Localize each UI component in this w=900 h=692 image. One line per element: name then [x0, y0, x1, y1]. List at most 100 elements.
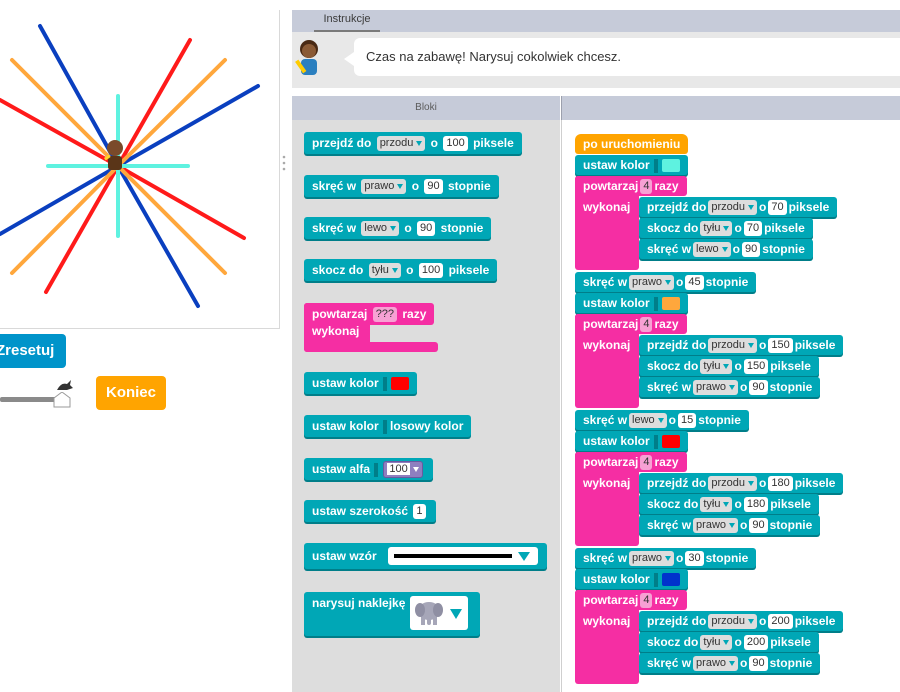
number-field[interactable]: 150 — [768, 338, 793, 354]
color-swatch[interactable] — [661, 435, 680, 449]
number-field[interactable]: 100 — [443, 136, 468, 152]
direction-dropdown[interactable]: przodu — [376, 136, 426, 152]
direction-dropdown[interactable]: tyłu — [700, 635, 733, 651]
inner-command-block[interactable]: skocz do tyłu o 150 piksele — [639, 356, 819, 376]
number-field[interactable]: 4 — [640, 179, 653, 195]
speed-slider-thumb[interactable] — [53, 392, 71, 408]
toolbox-jump-block[interactable]: skocz do tyłu o 100 piksele — [304, 259, 498, 281]
number-field[interactable]: 15 — [678, 413, 697, 429]
repeat-block[interactable]: powtarzaj 4 razy — [575, 452, 687, 472]
panel-resize-handle[interactable] — [282, 155, 286, 171]
direction-dropdown[interactable]: przodu — [708, 200, 757, 216]
sticker-dropdown[interactable] — [410, 596, 468, 630]
block-text: skręć w — [647, 518, 692, 532]
inner-command-block[interactable]: przejdź do przodu o 150 piksele — [639, 335, 844, 355]
set-color-block[interactable]: ustaw kolor — [575, 293, 688, 313]
number-field[interactable]: 100 — [418, 263, 444, 279]
number-field[interactable]: ??? — [372, 307, 398, 323]
number-field[interactable]: 90 — [424, 179, 443, 195]
direction-dropdown[interactable]: prawo — [361, 179, 407, 195]
direction-dropdown[interactable]: tyłu — [700, 497, 733, 513]
set-color-block[interactable]: ustaw kolor — [575, 431, 688, 451]
chevron-down-icon — [412, 466, 419, 472]
repeat-block[interactable]: powtarzaj 4 razy — [575, 176, 687, 196]
set-color-block[interactable]: ustaw kolor — [575, 569, 688, 589]
number-field[interactable]: 200 — [768, 614, 793, 630]
number-field[interactable]: 180 — [768, 476, 793, 492]
number-field[interactable]: 70 — [768, 200, 787, 216]
number-field[interactable]: 200 — [743, 635, 769, 651]
inner-command-block[interactable]: skręć w prawo o 90 stopnie — [639, 515, 821, 535]
inner-command-block[interactable]: przejdź do przodu o 200 piksele — [639, 611, 844, 631]
reset-button[interactable]: Zresetuj — [0, 334, 66, 368]
toolbox-random-color-block[interactable]: ustaw kolor losowy kolor — [304, 415, 472, 437]
color-swatch[interactable] — [661, 573, 680, 587]
color-swatch[interactable] — [390, 377, 409, 391]
toolbox-turn-left-block[interactable]: skręć w lewo o 90 stopnie — [304, 217, 492, 239]
block-text: o — [758, 614, 767, 628]
set-color-block[interactable]: ustaw kolor — [575, 155, 688, 175]
turn-block[interactable]: skręć w prawo o 45 stopnie — [575, 272, 757, 292]
number-field[interactable]: 180 — [743, 497, 769, 513]
toolbox-draw-sticker-block[interactable]: narysuj naklejkę — [304, 592, 480, 636]
direction-dropdown[interactable]: prawo — [629, 551, 675, 567]
inner-command-block[interactable]: skręć w prawo o 90 stopnie — [639, 653, 821, 673]
direction-dropdown[interactable]: tyłu — [700, 359, 733, 375]
number-field[interactable]: 90 — [417, 221, 436, 237]
direction-dropdown[interactable]: lewo — [629, 413, 667, 429]
turn-block[interactable]: skręć w prawo o 30 stopnie — [575, 548, 757, 568]
toolbox-move-block[interactable]: przejdź do przodu o 100 piksele — [304, 132, 522, 154]
number-field[interactable]: 4 — [640, 593, 653, 609]
toolbox-set-width-block[interactable]: ustaw szerokość 1 — [304, 500, 436, 522]
drawing-canvas — [0, 10, 280, 329]
color-swatch[interactable] — [661, 297, 680, 311]
color-swatch[interactable] — [661, 159, 680, 173]
toolbox-repeat-block[interactable]: powtarzaj ??? razy — [304, 303, 435, 325]
number-field[interactable]: 30 — [685, 551, 704, 567]
number-field[interactable]: 90 — [749, 518, 768, 534]
when-run-block[interactable]: po uruchomieniu — [575, 134, 689, 154]
inner-command-block[interactable]: skręć w prawo o 90 stopnie — [639, 377, 821, 397]
tab-instructions[interactable]: Instrukcje — [314, 10, 380, 32]
direction-dropdown[interactable]: przodu — [708, 476, 757, 492]
pattern-dropdown[interactable] — [388, 547, 538, 565]
number-field[interactable]: 90 — [749, 380, 768, 396]
repeat-block[interactable]: powtarzaj 4 razy — [575, 314, 687, 334]
toolbox-set-alpha-block[interactable]: ustaw alfa 100 — [304, 458, 433, 480]
number-field[interactable]: 90 — [749, 656, 768, 672]
number-field[interactable]: 150 — [743, 359, 769, 375]
block-text: razy — [654, 317, 679, 331]
direction-dropdown[interactable]: lewo — [361, 221, 400, 237]
direction-dropdown[interactable]: prawo — [629, 275, 675, 291]
block-text: o — [740, 656, 748, 670]
direction-dropdown[interactable]: przodu — [708, 338, 757, 354]
number-field[interactable]: 90 — [742, 242, 761, 258]
toolbox-set-pattern-block[interactable]: ustaw wzór — [304, 543, 547, 569]
direction-dropdown[interactable]: tyłu — [368, 263, 401, 279]
repeat-block[interactable]: powtarzaj 4 razy — [575, 590, 687, 610]
toolbox-turn-right-block[interactable]: skręć w prawo o 90 stopnie — [304, 175, 499, 197]
block-text: przejdź do — [312, 136, 372, 150]
toolbox-set-color-block[interactable]: ustaw kolor — [304, 372, 417, 394]
number-field[interactable]: 4 — [640, 455, 653, 471]
finish-button[interactable]: Koniec — [96, 376, 166, 410]
alpha-dropdown[interactable]: 100 — [383, 461, 423, 479]
inner-command-block[interactable]: skręć w lewo o 90 stopnie — [639, 239, 813, 259]
direction-dropdown[interactable]: przodu — [708, 614, 757, 630]
inner-command-block[interactable]: przejdź do przodu o 70 piksele — [639, 197, 838, 217]
number-field[interactable]: 1 — [413, 504, 426, 520]
direction-dropdown[interactable]: prawo — [693, 518, 739, 534]
direction-dropdown[interactable]: lewo — [693, 242, 731, 258]
direction-dropdown[interactable]: prawo — [693, 656, 739, 672]
inner-command-block[interactable]: skocz do tyłu o 200 piksele — [639, 632, 819, 652]
number-field[interactable]: 45 — [685, 275, 704, 291]
turn-block[interactable]: skręć w lewo o 15 stopnie — [575, 410, 749, 430]
inner-command-block[interactable]: skocz do tyłu o 180 piksele — [639, 494, 819, 514]
direction-dropdown[interactable]: tyłu — [700, 221, 733, 237]
number-field[interactable]: 4 — [640, 317, 653, 333]
block-text: o — [676, 551, 684, 565]
number-field[interactable]: 70 — [743, 221, 763, 237]
inner-command-block[interactable]: przejdź do przodu o 180 piksele — [639, 473, 844, 493]
direction-dropdown[interactable]: prawo — [693, 380, 739, 396]
inner-command-block[interactable]: skocz do tyłu o 70 piksele — [639, 218, 813, 238]
